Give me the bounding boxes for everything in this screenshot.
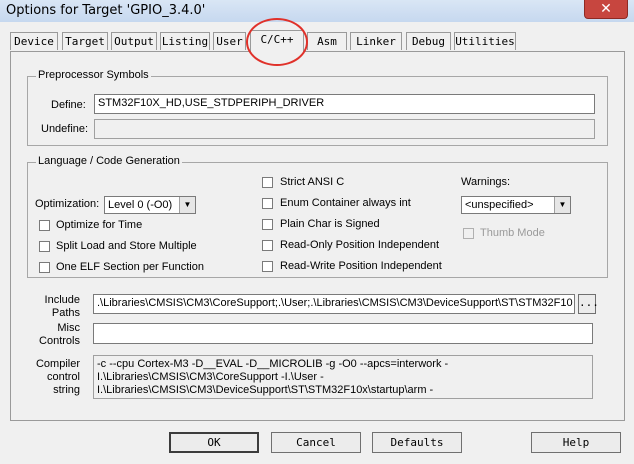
language-group: Language / Code Generation Optimization:… (27, 155, 608, 278)
annotation-circle (246, 18, 308, 66)
thumb-mode-checkbox[interactable] (463, 228, 474, 239)
misc-controls-field[interactable] (93, 323, 593, 344)
include-paths-field[interactable]: .\Libraries\CMSIS\CM3\CoreSupport;.\User… (93, 294, 575, 314)
ro-pi-label: Read-Only Position Independent (280, 239, 439, 251)
enum-container-checkbox[interactable] (262, 198, 273, 209)
define-label: Define: (51, 99, 86, 111)
ok-button[interactable]: OK (169, 432, 259, 453)
tab-utilities[interactable]: Utilities (454, 32, 516, 50)
warnings-value: <unspecified> (465, 199, 534, 211)
define-field[interactable]: STM32F10X_HD,USE_STDPERIPH_DRIVER (94, 94, 595, 114)
include-label-1: Include (44, 294, 80, 306)
plain-char-checkbox[interactable] (262, 219, 273, 230)
optimize-time-label: Optimize for Time (56, 219, 143, 231)
tab-debug[interactable]: Debug (406, 32, 451, 50)
chevron-down-icon: ▼ (554, 197, 570, 213)
optimization-select[interactable]: Level 0 (-O0) ▼ (104, 196, 196, 214)
close-button[interactable]: ✕ (584, 0, 628, 19)
tab-device[interactable]: Device (10, 32, 58, 50)
help-button[interactable]: Help (531, 432, 621, 453)
warnings-label: Warnings: (461, 176, 511, 188)
chevron-down-icon: ▼ (179, 197, 195, 213)
optimization-label: Optimization: (35, 198, 100, 210)
tab-linker[interactable]: Linker (350, 32, 402, 50)
tab-output[interactable]: Output (111, 32, 157, 50)
compiler-control-string[interactable]: -c --cpu Cortex-M3 -D__EVAL -D__MICROLIB… (93, 355, 593, 399)
c-cpp-panel: Preprocessor Symbols Define: STM32F10X_H… (10, 51, 625, 421)
optimization-value: Level 0 (-O0) (108, 199, 173, 211)
compiler-label-2: control (46, 371, 80, 383)
tab-listing[interactable]: Listing (160, 32, 210, 50)
tab-asm[interactable]: Asm (307, 32, 347, 50)
strict-ansi-label: Strict ANSI C (280, 176, 345, 188)
one-elf-checkbox[interactable] (39, 262, 50, 273)
ro-pi-checkbox[interactable] (262, 240, 273, 251)
warnings-select[interactable]: <unspecified> ▼ (461, 196, 571, 214)
compiler-label-3: string (53, 384, 80, 396)
enum-container-label: Enum Container always int (280, 197, 411, 209)
tab-target[interactable]: Target (62, 32, 108, 50)
undefine-field[interactable] (94, 119, 595, 139)
split-load-checkbox[interactable] (39, 241, 50, 252)
split-load-label: Split Load and Store Multiple (56, 240, 197, 252)
plain-char-label: Plain Char is Signed (280, 218, 380, 230)
include-browse-button[interactable]: ... (578, 294, 599, 314)
optimize-time-checkbox[interactable] (39, 220, 50, 231)
language-title: Language / Code Generation (36, 155, 182, 167)
compiler-label-1: Compiler (35, 358, 80, 370)
tab-user[interactable]: User (213, 32, 246, 50)
thumb-mode-label: Thumb Mode (480, 227, 545, 239)
include-label-2: Paths (51, 307, 80, 319)
misc-label-2: Controls (39, 335, 80, 347)
window-title: Options for Target 'GPIO_3.4.0' (6, 3, 206, 18)
strict-ansi-checkbox[interactable] (262, 177, 273, 188)
undefine-label: Undefine: (41, 123, 89, 135)
defaults-button[interactable]: Defaults (372, 432, 462, 453)
title-bar[interactable]: Options for Target 'GPIO_3.4.0' ✕ (0, 0, 634, 22)
one-elf-label: One ELF Section per Function (56, 261, 204, 273)
misc-label-1: Misc (57, 322, 80, 334)
close-icon: ✕ (600, 1, 612, 17)
preprocessor-title: Preprocessor Symbols (36, 69, 151, 81)
rw-pi-checkbox[interactable] (262, 261, 273, 272)
cancel-button[interactable]: Cancel (271, 432, 361, 453)
options-dialog: Options for Target 'GPIO_3.4.0' ✕ Device… (0, 0, 634, 464)
rw-pi-label: Read-Write Position Independent (280, 260, 442, 272)
preprocessor-group: Preprocessor Symbols Define: STM32F10X_H… (27, 69, 608, 146)
